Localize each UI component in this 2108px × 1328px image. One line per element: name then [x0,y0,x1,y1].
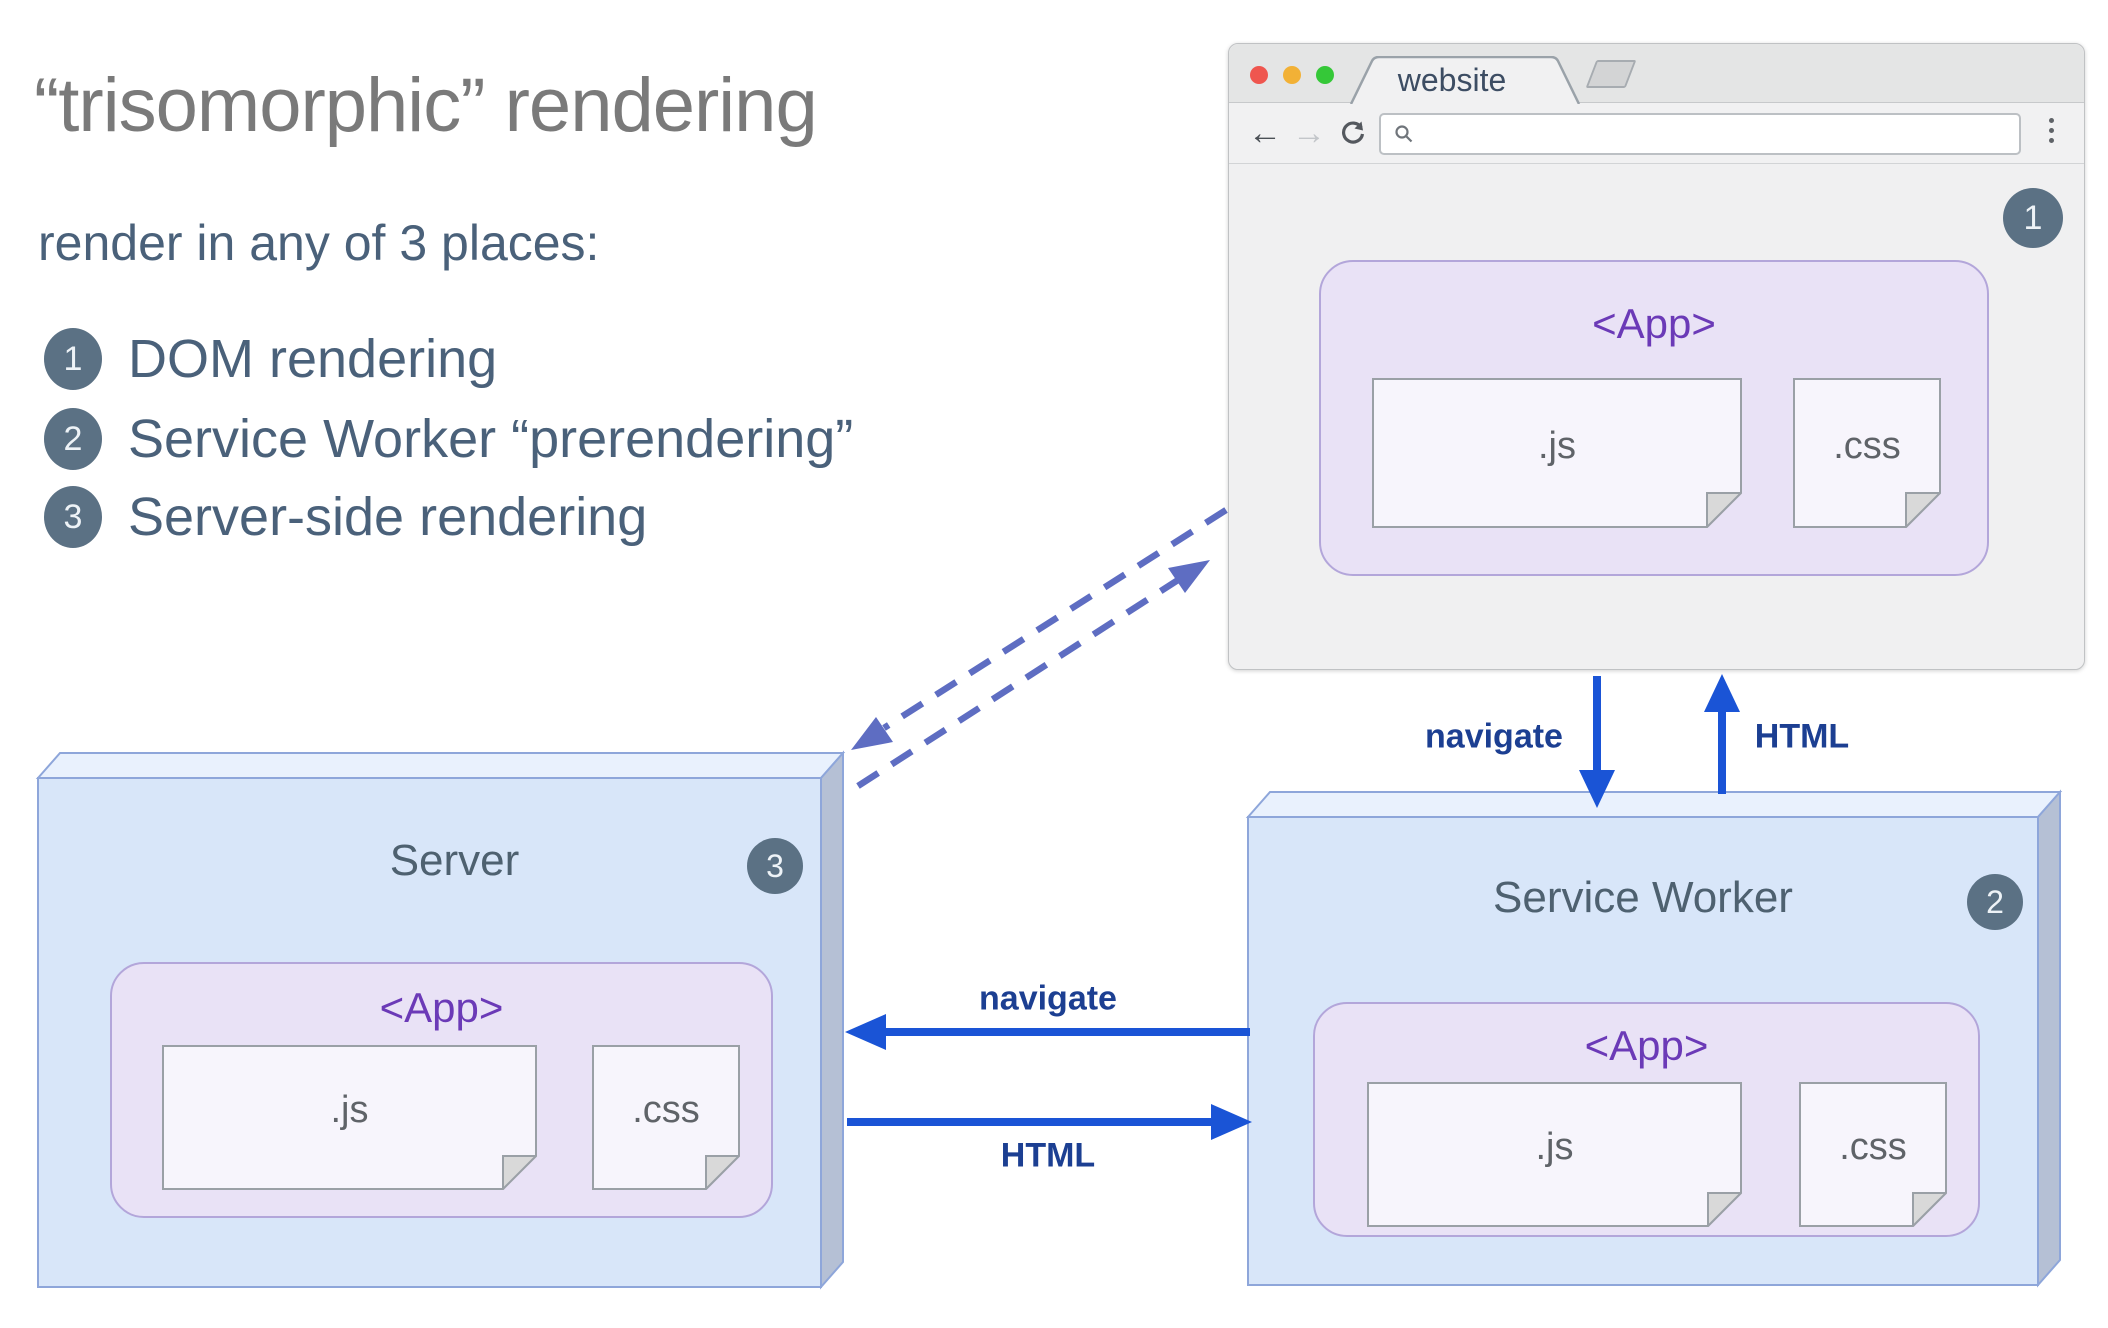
tab-title[interactable]: website [1349,62,1581,99]
legend-badge-3: 3 [44,486,102,548]
service-worker-title: Service Worker [1493,873,1793,922]
page-title: “trisomorphic” rendering [34,63,818,148]
html-right-label: HTML [1000,1136,1096,1175]
app-label: <App> [379,984,504,1031]
js-file: .js [1372,378,1742,528]
arrow-html-up [1704,674,1740,794]
css-file: .css [1799,1082,1947,1227]
file-label: .js [1535,1126,1574,1168]
browser-tab-bar: website [1229,44,2084,104]
step-badge-1: 1 [2003,188,2063,248]
dashed-link-to-browser [856,560,1210,789]
legend-item-dom: 1 DOM rendering [44,326,497,392]
arrow-navigate-down [1579,676,1615,808]
slide-canvas: “trisomorphic” rendering render in any o… [0,0,2108,1328]
search-icon [1395,125,1413,143]
legend-label: Service Worker “prerendering” [128,409,854,469]
kebab-menu-icon[interactable] [2044,118,2058,143]
navigate-left-label: navigate [979,979,1117,1018]
file-label: .css [632,1089,700,1131]
url-input[interactable] [1423,117,2019,151]
traffic-light-minimize-icon[interactable] [1283,66,1301,84]
js-file: .js [162,1045,537,1190]
browser-app-box: <App> .js .css [1319,260,1989,576]
legend-label: Server-side rendering [128,487,648,547]
server-box: Server 3 <App> .js .css [38,778,821,1287]
browser-nav-bar: ← → [1229,103,2084,164]
url-bar[interactable] [1379,113,2021,155]
legend-item-service-worker: 2 Service Worker “prerendering” [44,406,853,472]
server-app-box: <App> .js .css [110,962,773,1218]
traffic-light-zoom-icon[interactable] [1316,66,1334,84]
js-file: .js [1367,1082,1742,1227]
legend-item-server-side: 3 Server-side rendering [44,484,647,550]
back-icon[interactable]: ← [1245,103,1285,164]
navigate-down-label: navigate [1425,717,1563,756]
service-worker-box: Service Worker 2 <App> .js .css [1248,817,2038,1285]
page-subtitle: render in any of 3 places: [38,215,600,271]
css-file: .css [1793,378,1941,528]
file-label: .js [1538,424,1576,467]
service-worker-app-box: <App> .js .css [1313,1002,1980,1237]
arrow-navigate-left [845,1014,1250,1050]
file-label: .css [1839,1126,1907,1168]
server-title: Server [389,836,520,885]
app-label: <App> [1584,1022,1709,1069]
legend-badge-1: 1 [44,328,102,390]
forward-icon[interactable]: → [1289,103,1329,164]
browser-window: website ← → 1 <App> .js .css [1228,43,2085,670]
new-tab-button[interactable] [1585,60,1637,88]
legend-badge-2: 2 [44,408,102,470]
step-badge-3: 3 [747,838,803,894]
file-label: .css [1833,424,1901,467]
html-up-label: HTML [1754,717,1850,756]
file-label: .js [330,1089,369,1131]
traffic-light-close-icon[interactable] [1250,66,1268,84]
css-file: .css [592,1045,740,1190]
legend-label: DOM rendering [128,329,498,389]
step-badge-2: 2 [1967,874,2023,930]
dashed-link-to-server [851,507,1228,750]
app-label: <App> [1592,300,1716,347]
reload-icon[interactable] [1335,103,1371,164]
arrow-html-right [847,1104,1252,1140]
